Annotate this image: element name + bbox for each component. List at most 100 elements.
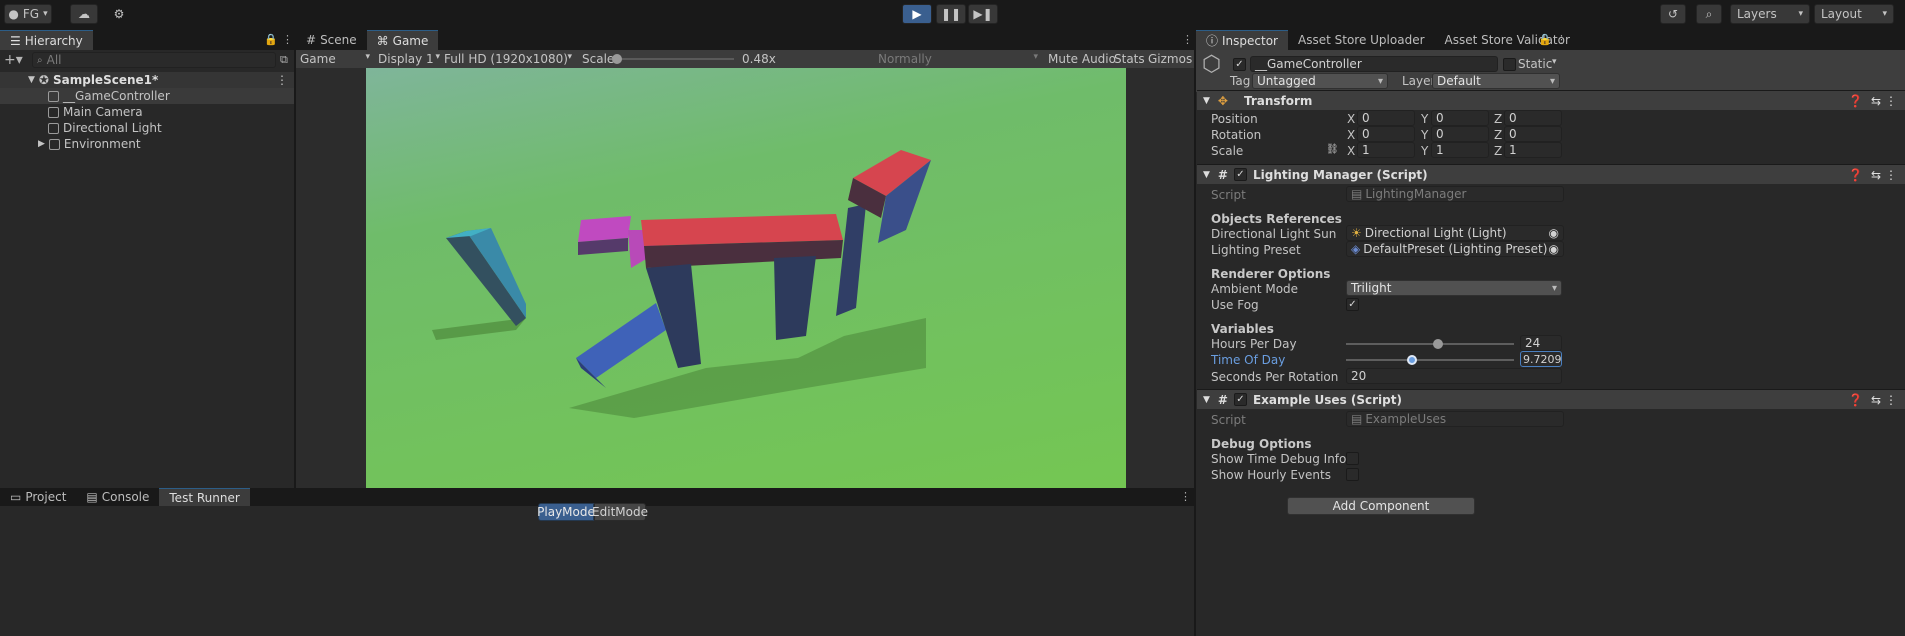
more-icon[interactable]: ⋮ [1556, 33, 1567, 46]
seconds-per-rotation-field[interactable]: 20 [1346, 368, 1562, 384]
script-icon: # [1217, 392, 1228, 407]
component-enabled-checkbox[interactable]: ✓ [1233, 168, 1247, 181]
tab-asset-store-uploader[interactable]: Asset Store Uploader [1288, 30, 1435, 50]
mute-audio-toggle[interactable]: Mute Audio [1048, 52, 1116, 66]
list-item[interactable]: __GameController [0, 88, 294, 104]
more-icon[interactable]: ⋮ [1885, 168, 1897, 182]
tab-console[interactable]: ▤ Console [76, 488, 159, 506]
scale-x-field[interactable]: 1 [1357, 142, 1415, 158]
hours-per-day-field[interactable]: 24 [1520, 335, 1562, 351]
preset-icon[interactable]: ⇆ [1871, 94, 1881, 108]
scale-slider[interactable] [612, 54, 734, 64]
display-mode-dropdown[interactable]: Game ▾ [300, 52, 370, 66]
search-button[interactable]: ⌕ [1696, 4, 1722, 24]
search-icon: ⌕ [37, 54, 43, 66]
static-checkbox[interactable] [1503, 58, 1516, 71]
step-button[interactable]: ▶❚ [968, 4, 998, 24]
time-of-day-field[interactable]: 9.72091 [1520, 351, 1562, 367]
scale-z-field[interactable]: 1 [1504, 142, 1562, 158]
add-component-button[interactable]: Add Component [1287, 497, 1475, 515]
stats-toggle[interactable]: Stats [1114, 52, 1145, 66]
scale-y-field[interactable]: 1 [1431, 142, 1489, 158]
layers-dropdown[interactable]: Layers ▾ [1730, 4, 1810, 24]
object-picker-icon[interactable]: ◉ [1549, 242, 1559, 256]
tag-dropdown[interactable]: Untagged [1252, 73, 1388, 89]
slider-handle[interactable] [612, 54, 622, 64]
object-picker-icon[interactable]: ◉ [1549, 226, 1559, 240]
script-file-icon: ▤ [1351, 412, 1363, 426]
hours-per-day-slider[interactable] [1346, 339, 1514, 349]
transform-header[interactable]: ▼ ✥ Transform ❓ ⇆ ⋮ [1197, 90, 1905, 110]
tab-project[interactable]: ▭ Project [0, 488, 76, 506]
help-icon[interactable]: ❓ [1848, 94, 1863, 108]
example-uses-header[interactable]: ▼ # ✓ Example Uses (Script) ❓ ⇆ ⋮ [1197, 389, 1905, 409]
component-enabled-checkbox[interactable]: ✓ [1233, 393, 1247, 406]
ambient-mode-dropdown[interactable]: Trilight [1346, 280, 1562, 296]
layer-dropdown[interactable]: Default [1432, 73, 1560, 89]
show-time-debug-checkbox[interactable] [1346, 452, 1359, 465]
unity-scene-icon: ✪ [38, 73, 49, 87]
more-icon[interactable]: ⋮ [1182, 33, 1193, 46]
link-icon[interactable]: ⛓ [1326, 144, 1339, 155]
tab-test-runner[interactable]: Test Runner [159, 488, 250, 506]
collab-button[interactable]: ⚙ [108, 4, 130, 24]
position-z-field[interactable]: 0 [1504, 110, 1562, 126]
lock-icon[interactable]: 🔒 [1538, 33, 1552, 46]
time-of-day-slider[interactable] [1346, 355, 1514, 365]
object-name-field[interactable]: __GameController [1250, 56, 1498, 72]
directional-light-sun-field[interactable]: ☀ Directional Light (Light) ◉ [1346, 225, 1564, 241]
play-focus-dropdown[interactable]: Normally ▾ [878, 52, 1038, 66]
scene-view-icon[interactable]: ⧉ [280, 53, 288, 67]
account-dropdown[interactable]: ● FG ▾ [4, 4, 52, 24]
active-checkbox[interactable]: ✓ [1233, 58, 1246, 71]
layout-dropdown[interactable]: Layout ▾ [1814, 4, 1894, 24]
pause-button[interactable]: ❚❚ [936, 4, 966, 24]
pause-icon: ❚❚ [940, 7, 962, 21]
lighting-preset-field[interactable]: ◈ DefaultPreset (Lighting Preset) ◉ [1346, 241, 1564, 257]
preset-icon[interactable]: ⇆ [1871, 168, 1881, 182]
script-field: ▤ ExampleUses [1346, 411, 1564, 427]
cloud-icon: ☁ [78, 7, 90, 21]
list-item[interactable]: Directional Light [0, 120, 294, 136]
history-button[interactable]: ↺ [1660, 4, 1686, 24]
cloud-button[interactable]: ☁ [70, 4, 98, 24]
scene-row[interactable]: ▼ ✪ SampleScene1* ⋮ [0, 72, 294, 88]
use-fog-checkbox[interactable]: ✓ [1346, 298, 1359, 311]
list-item[interactable]: ▶ Environment [0, 136, 294, 152]
position-x-field[interactable]: 0 [1357, 110, 1415, 126]
editmode-toggle[interactable]: EditMode [592, 503, 648, 521]
rotation-z-field[interactable]: 0 [1504, 126, 1562, 142]
tab-scene[interactable]: # Scene [296, 30, 367, 50]
list-item[interactable]: Main Camera [0, 104, 294, 120]
expand-arrow-icon[interactable]: ▶ [38, 139, 45, 149]
more-icon[interactable]: ⋮ [282, 33, 293, 46]
playmode-toggle[interactable]: PlayMode [537, 503, 595, 521]
gizmos-dropdown[interactable]: Gizmos ▾ [1148, 52, 1192, 76]
position-y-field[interactable]: 0 [1431, 110, 1489, 126]
chevron-down-icon[interactable]: ▾ [1552, 57, 1557, 67]
more-icon[interactable]: ⋮ [1885, 393, 1897, 407]
search-icon: ⌕ [1705, 6, 1713, 21]
display-dropdown[interactable]: Display 1 ▾ [378, 52, 440, 66]
gameobject-icon [48, 122, 59, 134]
help-icon[interactable]: ❓ [1848, 168, 1863, 182]
lock-icon[interactable]: 🔒 [264, 33, 278, 46]
more-icon[interactable]: ⋮ [1885, 94, 1897, 108]
more-icon[interactable]: ⋮ [1180, 490, 1191, 503]
rotation-y-field[interactable]: 0 [1431, 126, 1489, 142]
more-icon[interactable]: ⋮ [276, 73, 288, 87]
preset-icon[interactable]: ⇆ [1871, 393, 1881, 407]
resolution-dropdown[interactable]: Full HD (1920x1080) ▾ [444, 52, 572, 66]
lighting-manager-header[interactable]: ▼ # ✓ Lighting Manager (Script) ❓ ⇆ ⋮ [1197, 164, 1905, 184]
show-hourly-events-checkbox[interactable] [1346, 468, 1359, 481]
rotation-x-field[interactable]: 0 [1357, 126, 1415, 142]
slider-handle[interactable] [1407, 355, 1418, 365]
tab-inspector[interactable]: ⓘ Inspector [1196, 30, 1288, 50]
tab-hierarchy[interactable]: ☰ Hierarchy [0, 30, 93, 50]
help-icon[interactable]: ❓ [1848, 393, 1863, 407]
tab-game[interactable]: ⌘ Game [366, 30, 439, 50]
hierarchy-search-input[interactable]: ⌕ All [32, 52, 276, 68]
play-button[interactable]: ▶ [902, 4, 932, 24]
add-icon[interactable]: +▾ [4, 52, 23, 68]
script-field: ▤ LightingManager [1346, 186, 1564, 202]
